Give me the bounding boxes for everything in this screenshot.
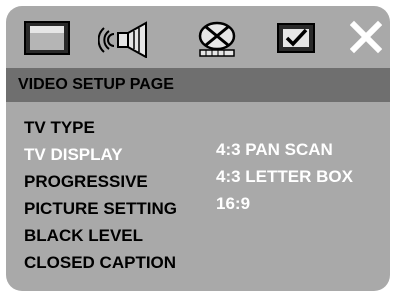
general-setup-icon[interactable]: [24, 20, 70, 56]
menu-item-tv-type[interactable]: TV TYPE: [24, 114, 177, 141]
video-setup-icon[interactable]: [196, 20, 238, 57]
page-title: VIDEO SETUP PAGE: [6, 68, 390, 102]
menu-item-closed-caption[interactable]: CLOSED CAPTION: [24, 249, 177, 276]
menu-item-progressive[interactable]: PROGRESSIVE: [24, 168, 177, 195]
menu-item-black-level[interactable]: BLACK LEVEL: [24, 222, 177, 249]
option-16-9[interactable]: 16:9: [216, 190, 353, 217]
menu-item-picture-setting[interactable]: PICTURE SETTING: [24, 195, 177, 222]
setup-menu-panel: VIDEO SETUP PAGE TV TYPE TV DISPLAY PROG…: [6, 6, 390, 291]
setup-toolbar: [6, 6, 390, 68]
setup-menu-list: TV TYPE TV DISPLAY PROGRESSIVE PICTURE S…: [24, 114, 177, 276]
preference-setup-icon[interactable]: [276, 20, 316, 56]
exit-icon[interactable]: [350, 20, 382, 56]
option-pan-scan[interactable]: 4:3 PAN SCAN: [216, 136, 353, 163]
audio-setup-icon[interactable]: [98, 20, 156, 58]
tv-display-options: 4:3 PAN SCAN 4:3 LETTER BOX 16:9: [216, 136, 353, 217]
option-letter-box[interactable]: 4:3 LETTER BOX: [216, 163, 353, 190]
menu-item-tv-display[interactable]: TV DISPLAY: [24, 141, 177, 168]
